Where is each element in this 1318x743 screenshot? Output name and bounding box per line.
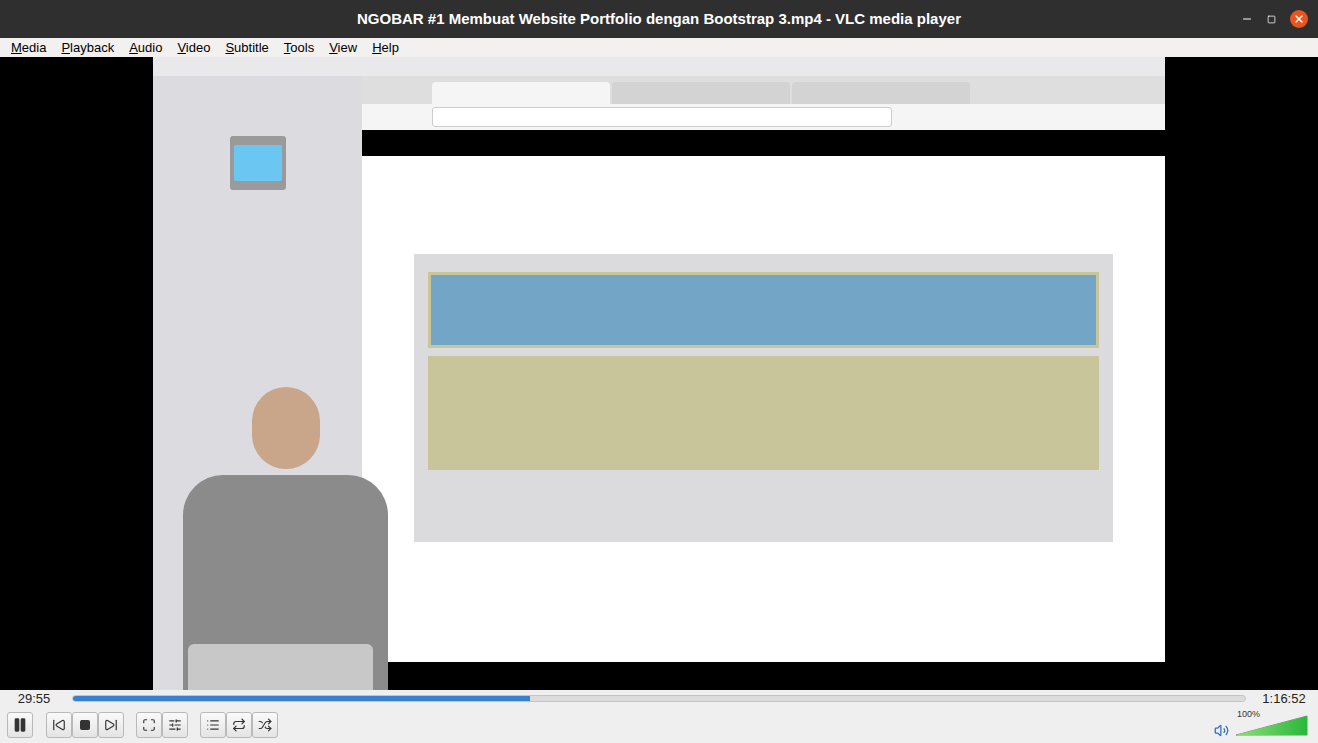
loop-icon: [232, 718, 246, 732]
extended-settings-button[interactable]: [162, 712, 188, 738]
stop-button[interactable]: [72, 712, 98, 738]
frame-top-strip: [153, 57, 1165, 76]
playlist-icon: [206, 718, 220, 732]
volume-icon[interactable]: [1214, 723, 1229, 738]
settings-icon: [168, 718, 182, 732]
next-button[interactable]: [98, 712, 124, 738]
stop-icon: [79, 719, 91, 731]
loop-button[interactable]: [226, 712, 252, 738]
previous-icon: [52, 718, 66, 732]
minimize-icon[interactable]: [1241, 13, 1253, 25]
video-area: [0, 57, 1318, 690]
window-title: NGOBAR #1 Membuat Website Portfolio deng…: [357, 8, 961, 31]
vlc-window: NGOBAR #1 Membuat Website Portfolio deng…: [0, 0, 1318, 743]
menu-bar: Media Playback Audio Video Subtitle Tools View…: [0, 38, 1318, 57]
frame-browser: [362, 76, 1165, 690]
frame-slide: [362, 156, 1165, 662]
play-pause-button[interactable]: [7, 712, 33, 738]
menu-item[interactable]: Playback: [61, 39, 114, 56]
volume-reading: 100%: [1237, 708, 1260, 722]
video-frame: [153, 57, 1165, 690]
maximize-icon[interactable]: [1267, 15, 1276, 24]
menu-item[interactable]: Help: [372, 39, 399, 56]
shuffle-icon: [258, 718, 272, 732]
menu-item[interactable]: Tools: [284, 39, 314, 56]
title-bar: NGOBAR #1 Membuat Website Portfolio deng…: [0, 0, 1318, 38]
playlist-button[interactable]: [200, 712, 226, 738]
shuffle-button[interactable]: [252, 712, 278, 738]
total-time: 1:16:52: [1254, 689, 1314, 709]
fullscreen-icon: [142, 718, 156, 732]
pause-icon: [12, 717, 28, 733]
volume-slider[interactable]: 100%: [1235, 713, 1309, 737]
fullscreen-button[interactable]: [136, 712, 162, 738]
menu-item[interactable]: Subtitle: [225, 39, 268, 56]
previous-button[interactable]: [46, 712, 72, 738]
menu-item[interactable]: Audio: [129, 39, 162, 56]
seek-bar[interactable]: [72, 695, 1246, 702]
menu-item[interactable]: Video: [177, 39, 210, 56]
controls: 29:551:16:52100%: [0, 690, 1318, 743]
frame-presenter: [178, 387, 393, 690]
close-icon[interactable]: [1290, 10, 1308, 28]
elapsed-time: 29:55: [4, 689, 64, 709]
menu-item[interactable]: View: [329, 39, 357, 56]
folder-shape: [230, 136, 286, 190]
next-icon: [104, 718, 118, 732]
menu-item[interactable]: Media: [11, 39, 46, 56]
